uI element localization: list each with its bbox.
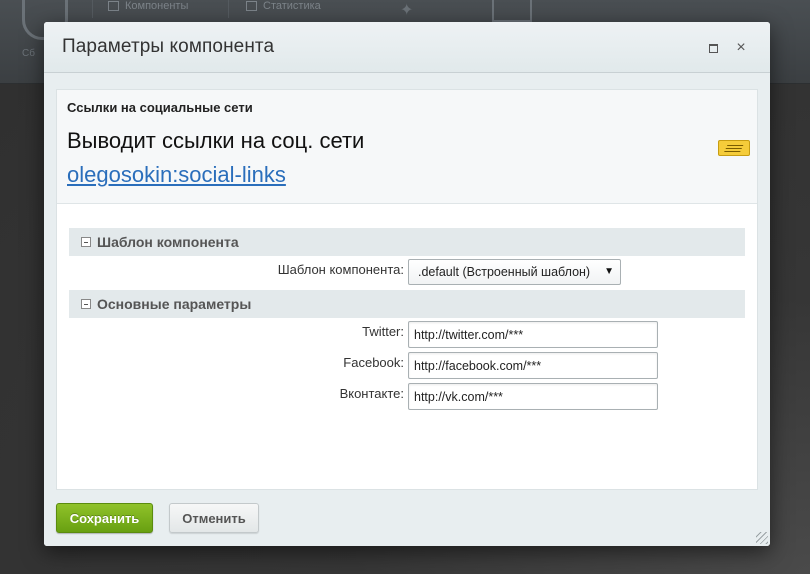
select-value: .default (Встроенный шаблон) [418, 265, 591, 279]
menu-item-components[interactable]: Компоненты [108, 0, 188, 12]
admin-panel-label: Сб [22, 48, 35, 59]
facebook-row: Facebook: [57, 352, 757, 379]
template-select[interactable]: .default (Встроенный шаблон) ▼ [408, 259, 621, 285]
maximize-button[interactable] [704, 39, 722, 57]
field-label: Шаблон компонента: [277, 262, 404, 277]
document-icon[interactable] [718, 140, 750, 156]
section-title: Шаблон компонента [97, 234, 239, 250]
collapse-icon[interactable] [81, 299, 91, 309]
wand-icon: ✦ [400, 2, 414, 19]
menu-item-statistics[interactable]: Статистика [246, 0, 321, 12]
template-row: Шаблон компонента: .default (Встроенный … [57, 259, 757, 285]
component-info: Ссылки на социальные сети Выводит ссылки… [57, 90, 757, 204]
facebook-input[interactable] [408, 352, 658, 379]
resize-grip-icon[interactable] [756, 532, 768, 544]
dialog-footer: Сохранить Отменить [44, 493, 770, 546]
statistics-icon [246, 1, 257, 11]
components-icon [108, 1, 119, 11]
save-button[interactable]: Сохранить [56, 503, 153, 533]
section-title: Основные параметры [97, 296, 252, 312]
monitor-icon [492, 0, 532, 22]
divider [228, 0, 229, 18]
dialog-content: Ссылки на социальные сети Выводит ссылки… [56, 89, 758, 490]
dialog-body: Ссылки на социальные сети Выводит ссылки… [44, 73, 770, 493]
twitter-input[interactable] [408, 321, 658, 348]
component-heading: Ссылки на социальные сети [67, 100, 253, 115]
section-template-header[interactable]: Шаблон компонента [69, 228, 745, 256]
field-label: Facebook: [343, 355, 404, 370]
component-description: Выводит ссылки на соц. сети [67, 128, 365, 153]
vkontakte-input[interactable] [408, 383, 658, 410]
close-button[interactable]: × [732, 39, 750, 57]
field-label: Вконтакте: [339, 386, 404, 401]
collapse-icon[interactable] [81, 237, 91, 247]
component-parameters-dialog: Параметры компонента × Ссылки на социаль… [44, 22, 770, 546]
dialog-title: Параметры компонента [62, 36, 275, 57]
menu-item-label: Компоненты [125, 0, 189, 12]
section-main-params-header[interactable]: Основные параметры [69, 290, 745, 318]
field-label: Twitter: [362, 324, 404, 339]
twitter-row: Twitter: [57, 321, 757, 348]
cancel-button[interactable]: Отменить [169, 503, 259, 533]
close-icon: × [736, 39, 746, 56]
maximize-icon [708, 43, 718, 53]
dropdown-arrow-icon: ▼ [604, 266, 614, 277]
vkontakte-row: Вконтакте: [57, 383, 757, 410]
dialog-header: Параметры компонента × [44, 22, 770, 73]
component-code-link[interactable]: olegosokin:social-links [67, 162, 286, 188]
divider [92, 0, 93, 18]
menu-item-label: Статистика [263, 0, 321, 12]
